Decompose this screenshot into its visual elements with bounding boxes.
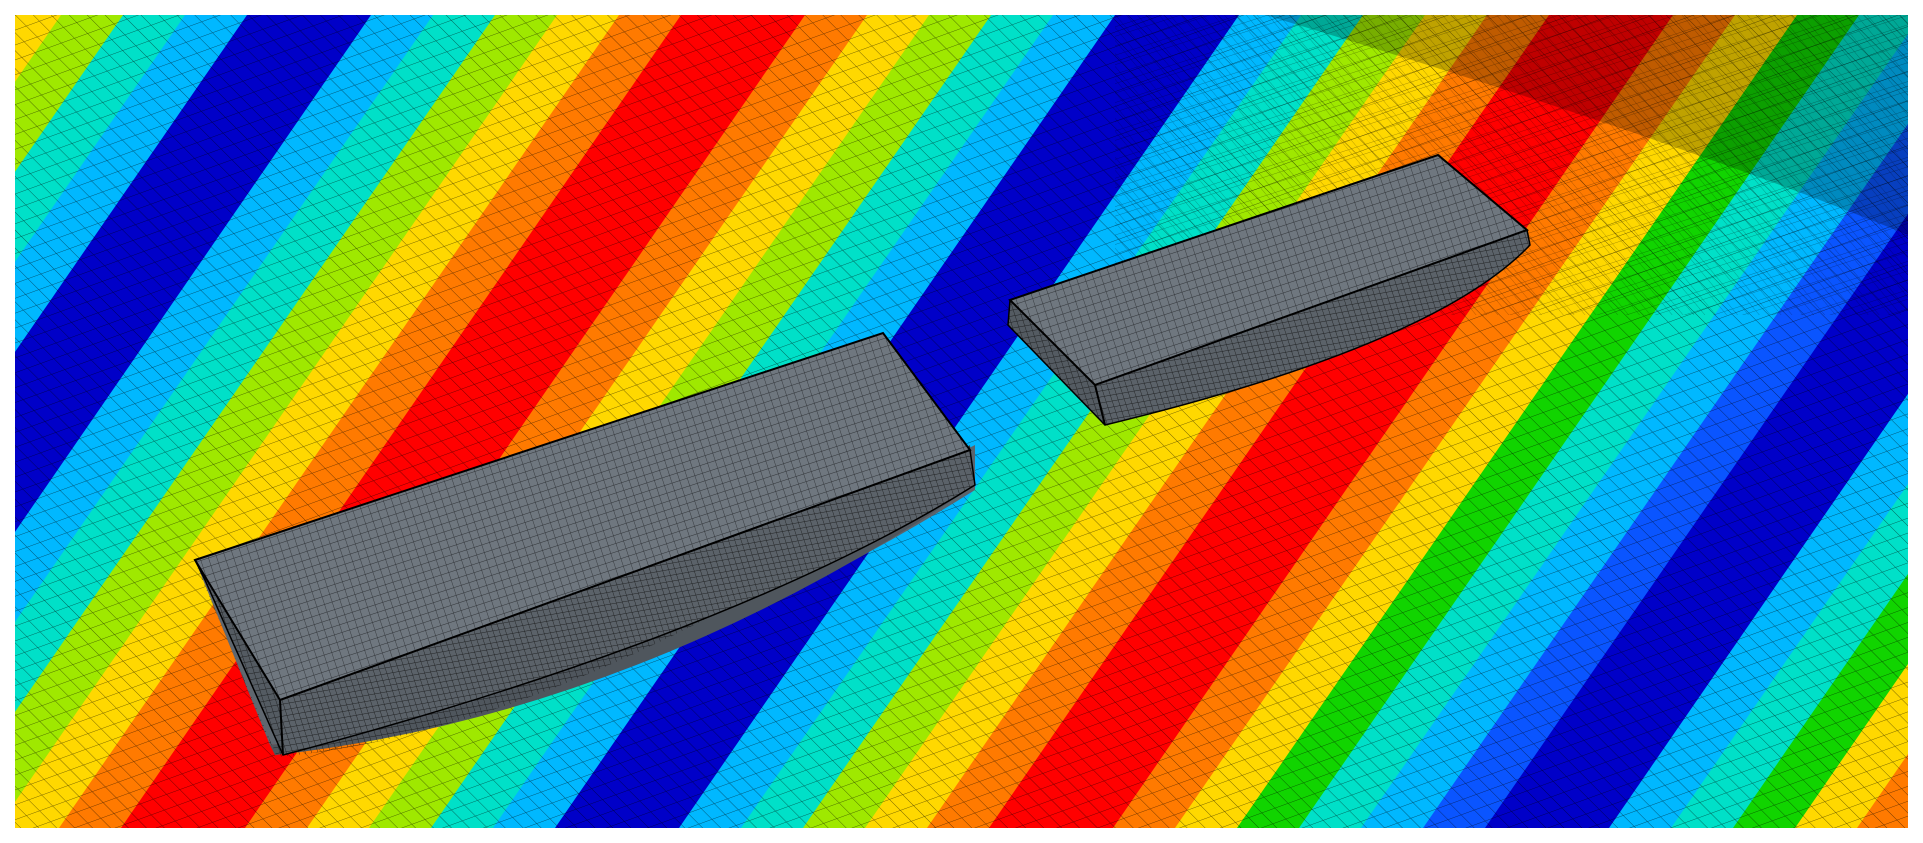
simulation-render [15,15,1908,828]
rendered-scene [15,15,1908,828]
